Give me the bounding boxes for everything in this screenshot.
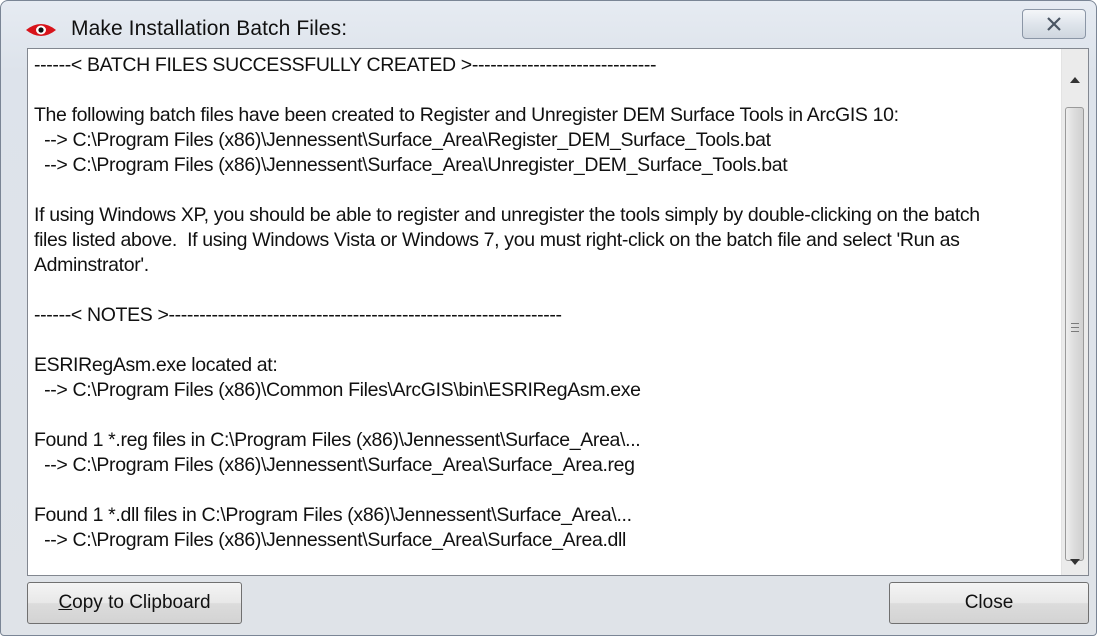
- output-line: --> C:\Program Files (x86)\Common Files\…: [34, 379, 641, 401]
- output-text: ------< BATCH FILES SUCCESSFULLY CREATED…: [34, 53, 1056, 571]
- output-line: If using Windows XP, you should be able …: [34, 204, 980, 226]
- output-textarea[interactable]: ------< BATCH FILES SUCCESSFULLY CREATED…: [27, 48, 1089, 576]
- dialog-window: Make Installation Batch Files: ------< B…: [0, 0, 1097, 636]
- close-button[interactable]: Close: [889, 582, 1089, 624]
- output-line: Found 1 *.dll files in C:\Program Files …: [34, 504, 632, 526]
- window-close-button[interactable]: [1022, 9, 1086, 39]
- output-line: ------< BATCH FILES SUCCESSFULLY CREATED…: [34, 54, 657, 76]
- title-bar[interactable]: Make Installation Batch Files:: [1, 1, 1096, 53]
- grip-icon: [1071, 323, 1079, 333]
- output-line: Adminstrator'.: [34, 254, 149, 276]
- copy-button-mnemonic: C: [58, 592, 73, 613]
- output-line: files listed above. If using Windows Vis…: [34, 229, 960, 251]
- scroll-up-arrow-icon[interactable]: [1062, 67, 1088, 93]
- output-line: --> C:\Program Files (x86)\Jennessent\Su…: [34, 529, 627, 551]
- output-line: --> C:\Program Files (x86)\Jennessent\Su…: [34, 454, 635, 476]
- window-title: Make Installation Batch Files:: [71, 17, 348, 40]
- vertical-scrollbar[interactable]: [1061, 49, 1088, 575]
- copy-to-clipboard-button[interactable]: Copy to Clipboard: [27, 582, 242, 624]
- eye-icon: [26, 24, 56, 36]
- output-line: Found 1 *.reg files in C:\Program Files …: [34, 429, 641, 451]
- scrollbar-thumb[interactable]: [1065, 107, 1084, 561]
- output-line: --> C:\Program Files (x86)\Jennessent\Su…: [34, 129, 771, 151]
- copy-button-label: opy to Clipboard: [72, 592, 211, 613]
- output-line: ------< NOTES >-------------------------…: [34, 304, 562, 326]
- scroll-down-arrow-icon[interactable]: [1062, 549, 1088, 575]
- output-line: --> C:\Program Files (x86)\Jennessent\Su…: [34, 154, 788, 176]
- output-line: The following batch files have been crea…: [34, 104, 899, 126]
- output-line: ESRIRegAsm.exe located at:: [34, 354, 278, 376]
- close-x-icon: [1047, 17, 1061, 31]
